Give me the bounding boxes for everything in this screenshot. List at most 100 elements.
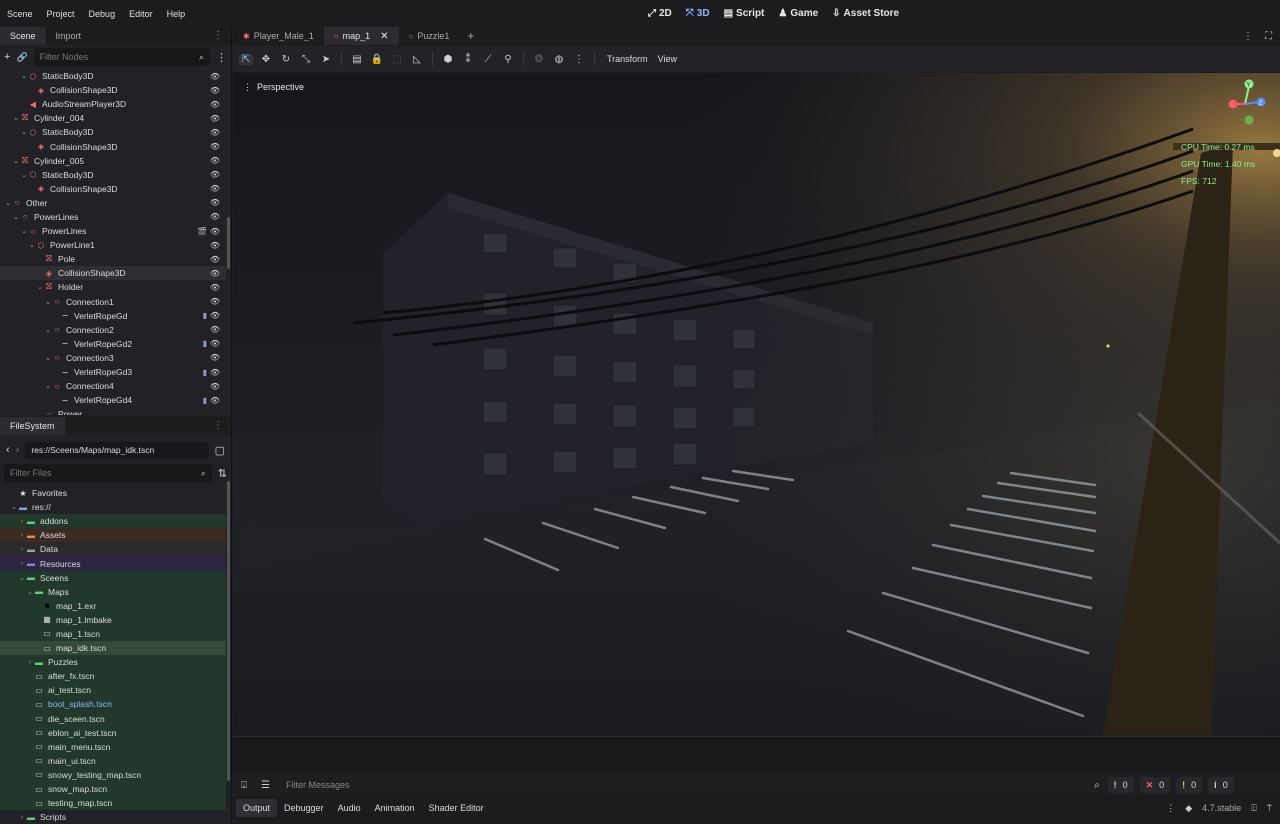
filter-files-input[interactable]: Filter Files ⌕ — [4, 464, 212, 482]
output-log[interactable] — [233, 736, 1280, 774]
visibility-eye-icon[interactable]: 👁 — [210, 241, 220, 250]
expand-panel-icon[interactable]: ⍐ — [1251, 803, 1256, 814]
filter-nodes-input[interactable]: Filter Nodes ⌕ — [33, 48, 210, 66]
close-icon[interactable]: ✕ — [380, 31, 388, 42]
scene-tree-node[interactable]: ∼ VerletRopeGd4 ▮ 👁 — [0, 393, 226, 407]
local-space-icon[interactable]: ⬢ — [441, 54, 455, 65]
tab-debugger[interactable]: Debugger — [277, 799, 331, 817]
visibility-eye-icon[interactable]: 👁 — [210, 100, 220, 109]
collapse-arrow-icon[interactable]: ⌄ — [36, 283, 44, 291]
menu-scene[interactable]: Scene — [0, 9, 40, 19]
expand-arrow-icon[interactable]: ⌄ — [26, 588, 34, 596]
menu-editor[interactable]: Editor — [122, 9, 160, 19]
mode-button-game[interactable]: ♟ Game — [778, 8, 818, 19]
scene-tree-node[interactable]: ◈ CollisionShape3D 👁 — [0, 182, 226, 196]
collapse-arrow-icon[interactable]: ⌄ — [20, 72, 28, 80]
globe-icon[interactable]: ◍ — [552, 54, 566, 65]
kebab-menu-icon[interactable]: ⋮ — [213, 30, 223, 41]
scale-mode-icon[interactable]: ⤡ — [299, 54, 313, 65]
filesystem-item[interactable]: › ▬ addons — [0, 514, 226, 529]
scene-tree-node[interactable]: ⌄ ○ Connection1 👁 — [0, 295, 226, 309]
path-field[interactable]: res://Sceens/Maps/map_idk.tscn — [25, 441, 209, 459]
collapse-arrow-icon[interactable]: ⌄ — [12, 157, 20, 165]
visibility-eye-icon[interactable]: 👁 — [210, 339, 220, 348]
pin-icon[interactable]: ⚲ — [501, 54, 515, 65]
filesystem-item[interactable]: ▭ map_1.tscn — [0, 626, 226, 642]
scene-tab-puzzle1[interactable]: ○ Puzzle1 — [399, 27, 460, 45]
version-label[interactable]: 4.7.stable — [1202, 803, 1241, 813]
message-counter[interactable]: ! 0 — [1107, 777, 1134, 793]
visibility-eye-icon[interactable]: 👁 — [210, 198, 220, 207]
scene-tree-node[interactable]: ⌄ ⛝ Holder 👁 — [0, 280, 226, 294]
filesystem-item[interactable]: ★ Favorites — [0, 486, 226, 500]
instance-icon[interactable]: 🎬 — [197, 227, 207, 236]
script-attached-icon[interactable]: ▮ — [203, 311, 207, 320]
mode-button-script[interactable]: ▤ Script — [724, 8, 765, 19]
kebab-menu-icon[interactable]: ⋮ — [572, 54, 586, 65]
orientation-gizmo[interactable]: Y Z — [1227, 78, 1267, 128]
expand-arrow-icon[interactable]: ⌄ — [10, 503, 18, 511]
split-view-icon[interactable]: ▢ — [215, 444, 225, 457]
scene-tree-node[interactable]: ⌄ ⬡ StaticBody3D 👁 — [0, 168, 226, 182]
environment-icon[interactable]: ❂ — [532, 54, 546, 65]
visibility-eye-icon[interactable]: 👁 — [210, 269, 220, 278]
filesystem-item[interactable]: ▭ eblon_ai_test.tscn — [0, 725, 226, 740]
scene-tree-node[interactable]: ⌄ ○ Connection3 👁 — [0, 351, 226, 365]
filesystem-item[interactable]: ▭ main_menu.tscn — [0, 739, 226, 754]
expand-arrow-icon[interactable]: › — [26, 659, 34, 666]
view-menu[interactable]: View — [658, 54, 677, 64]
filesystem-item[interactable]: › ▬ Assets — [0, 528, 226, 543]
sun-preview-icon[interactable]: ⟋ — [481, 54, 495, 65]
filesystem-item[interactable]: ▭ main_ui.tscn — [0, 753, 226, 768]
link-icon[interactable]: 🔗 — [16, 52, 27, 63]
visibility-eye-icon[interactable]: 👁 — [210, 142, 220, 151]
visibility-eye-icon[interactable]: 👁 — [210, 353, 220, 362]
filesystem-item[interactable]: ▦ map_1.lmbake — [0, 612, 226, 627]
scene-tree-node[interactable]: ⌄ ⛝ Cylinder_004 👁 — [0, 111, 226, 125]
visibility-eye-icon[interactable]: 👁 — [210, 170, 220, 179]
collapse-arrow-icon[interactable]: ⌄ — [12, 114, 20, 122]
scene-tree-node[interactable]: ⌄ ⬡ StaticBody3D 👁 — [0, 69, 226, 83]
menu-debug[interactable]: Debug — [82, 9, 123, 19]
select-mode-icon[interactable]: ⇱ — [239, 53, 253, 65]
collapse-arrow-icon[interactable]: ⌄ — [20, 128, 28, 136]
expand-arrow-icon[interactable]: › — [18, 560, 26, 567]
visibility-eye-icon[interactable]: 👁 — [210, 156, 220, 165]
filter-messages-input[interactable]: Filter Messages — [286, 780, 1086, 790]
filesystem-item[interactable]: › ▬ Scripts — [0, 810, 226, 824]
toggle-search-icon[interactable]: ☰ — [261, 780, 270, 791]
scene-tree-node[interactable]: ⌄ ○ Other 👁 — [0, 196, 226, 210]
perspective-menu[interactable]: ⋮ Perspective — [243, 82, 304, 93]
tab-filesystem[interactable]: FileSystem — [0, 417, 65, 435]
visibility-eye-icon[interactable]: 👁 — [210, 128, 220, 137]
message-counter[interactable]: i0 — [1208, 777, 1234, 793]
tab-output[interactable]: Output — [236, 799, 278, 817]
scene-tree-node[interactable]: ∼ VerletRopeGd ▮ 👁 — [0, 309, 226, 323]
expand-arrow-icon[interactable]: › — [18, 814, 26, 821]
filesystem-item[interactable]: ▭ after_fx.tscn — [0, 669, 226, 684]
expand-arrow-icon[interactable]: ⌄ — [18, 574, 26, 582]
scene-tree-node[interactable]: ⌄ ○ Connection4 👁 — [0, 379, 226, 393]
lock-icon[interactable]: 🔒 — [370, 54, 384, 65]
scene-tree-scrollbar[interactable] — [227, 217, 230, 269]
message-counter[interactable]: ! 0 — [1176, 777, 1203, 793]
selectable-icon[interactable]: ➤ — [319, 54, 333, 65]
menu-help[interactable]: Help — [160, 9, 193, 19]
scene-tree-node[interactable]: ◈ CollisionShape3D 👁 — [0, 83, 226, 97]
collapse-arrow-icon[interactable]: ⌄ — [44, 326, 52, 334]
rotate-mode-icon[interactable]: ↻ — [279, 54, 293, 65]
add-node-icon[interactable]: + — [4, 51, 10, 63]
group-icon[interactable]: ⬚ — [390, 54, 404, 65]
filesystem-item[interactable]: › ▬ Puzzles — [0, 655, 226, 670]
collapse-arrow-icon[interactable]: ⌄ — [44, 354, 52, 362]
expand-arrow-icon[interactable]: › — [18, 518, 26, 525]
filesystem-item[interactable]: ⌄ ▬ Maps — [0, 584, 226, 599]
tab-audio[interactable]: Audio — [331, 799, 368, 817]
back-arrow-icon[interactable]: ‹ — [6, 444, 10, 456]
scene-tree-node[interactable]: ∼ VerletRopeGd3 ▮ 👁 — [0, 365, 226, 379]
expand-arrow-icon[interactable]: › — [18, 532, 26, 539]
visibility-eye-icon[interactable]: 👁 — [210, 86, 220, 95]
filesystem-item[interactable]: ▭ ai_test.tscn — [0, 683, 226, 698]
filesystem-item[interactable]: ⌄ ▬ res:// — [0, 500, 226, 514]
transform-menu[interactable]: Transform — [607, 54, 648, 64]
